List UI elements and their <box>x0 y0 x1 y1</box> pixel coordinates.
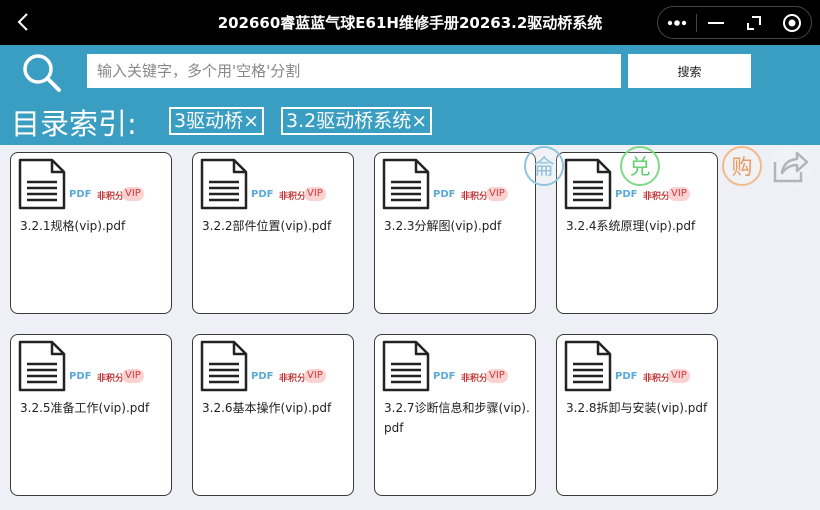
file-card[interactable]: PDF 非积分 VIP 3.2.2部件位置(vip).pdf <box>192 152 354 314</box>
back-arrow-icon <box>17 13 28 31</box>
document-icon <box>200 340 248 392</box>
file-name: 3.2.2部件位置(vip).pdf <box>202 219 332 233</box>
document-icon <box>564 158 612 210</box>
minimize-icon <box>708 21 724 24</box>
share-button[interactable] <box>770 146 810 186</box>
pdf-tag: PDF <box>251 189 274 200</box>
file-card[interactable]: PDF 非积分 VIP 3.2.3分解图(vip).pdf <box>374 152 536 314</box>
file-name: 3.2.6基本操作(vip).pdf <box>202 401 332 415</box>
file-card[interactable]: PDF 非积分 VIP 3.2.7诊断信息和步骤(vip).pdf <box>374 334 536 496</box>
points-tag: 非积分 <box>279 374 307 384</box>
points-tag: 非积分 <box>643 374 671 384</box>
vip-badge: VIP <box>122 369 144 383</box>
back-button[interactable] <box>10 9 36 35</box>
pdf-tag: PDF <box>251 371 274 382</box>
points-tag: 非积分 <box>461 374 489 384</box>
search-input[interactable] <box>87 54 621 88</box>
document-icon <box>18 340 66 392</box>
pdf-tag: PDF <box>615 371 638 382</box>
points-tag: 非积分 <box>97 374 125 384</box>
title-bar: 202660睿蓝蓝气球E61H维修手册20263.2驱动桥系统 <box>0 0 820 45</box>
file-name: 3.2.8拆卸与安装(vip).pdf <box>566 401 708 415</box>
close-button[interactable] <box>773 7 811 38</box>
file-name: 3.2.5准备工作(vip).pdf <box>20 401 150 415</box>
pdf-tag: PDF <box>433 371 456 382</box>
pdf-tag: PDF <box>433 189 456 200</box>
restore-button[interactable] <box>735 7 773 38</box>
document-icon <box>382 158 430 210</box>
points-tag: 非积分 <box>97 192 125 202</box>
index-chip-drive-axle-system[interactable]: 3.2驱动桥系统× <box>281 107 433 135</box>
search-button[interactable]: 搜索 <box>628 54 751 88</box>
vip-badge: VIP <box>486 369 508 383</box>
document-icon <box>382 340 430 392</box>
document-icon <box>200 158 248 210</box>
pdf-tag: PDF <box>615 189 638 200</box>
buy-float-button[interactable]: 购 <box>722 146 762 186</box>
pdf-tag: PDF <box>69 189 92 200</box>
vip-badge: VIP <box>304 187 326 201</box>
vip-badge: VIP <box>122 187 144 201</box>
window-controls <box>657 6 812 39</box>
file-name: 3.2.7诊断信息和步骤(vip).pdf <box>384 401 530 435</box>
search-icon[interactable] <box>20 51 64 95</box>
file-name: 3.2.3分解图(vip).pdf <box>384 219 502 233</box>
vip-badge: VIP <box>668 369 690 383</box>
share-icon <box>773 151 809 183</box>
points-tag: 非积分 <box>279 192 307 202</box>
document-icon <box>18 158 66 210</box>
pointer-float-button[interactable]: 侖 <box>524 146 564 186</box>
points-tag: 非积分 <box>643 192 671 202</box>
pdf-tag: PDF <box>69 371 92 382</box>
exchange-float-button[interactable]: 兑 <box>620 146 660 186</box>
index-label: 目录索引: <box>11 107 137 141</box>
file-card[interactable]: PDF 非积分 VIP 3.2.1规格(vip).pdf <box>10 152 172 314</box>
file-card[interactable]: PDF 非积分 VIP 3.2.8拆卸与安装(vip).pdf <box>556 334 718 496</box>
file-card[interactable]: PDF 非积分 VIP 3.2.6基本操作(vip).pdf <box>192 334 354 496</box>
close-circle-icon <box>783 13 801 32</box>
index-chip-drive-axle[interactable]: 3驱动桥× <box>169 107 265 135</box>
more-button[interactable] <box>658 7 696 38</box>
minimize-button[interactable] <box>697 7 735 38</box>
file-name: 3.2.4系统原理(vip).pdf <box>566 219 696 233</box>
vip-badge: VIP <box>668 187 690 201</box>
search-header: 搜索 目录索引: 3驱动桥× 3.2驱动桥系统× <box>0 45 820 145</box>
vip-badge: VIP <box>304 369 326 383</box>
vip-badge: VIP <box>486 187 508 201</box>
more-dots-icon <box>667 19 687 26</box>
document-icon <box>564 340 612 392</box>
file-card[interactable]: PDF 非积分 VIP 3.2.5准备工作(vip).pdf <box>10 334 172 496</box>
restore-icon <box>747 15 761 30</box>
points-tag: 非积分 <box>461 192 489 202</box>
file-name: 3.2.1规格(vip).pdf <box>20 219 126 233</box>
